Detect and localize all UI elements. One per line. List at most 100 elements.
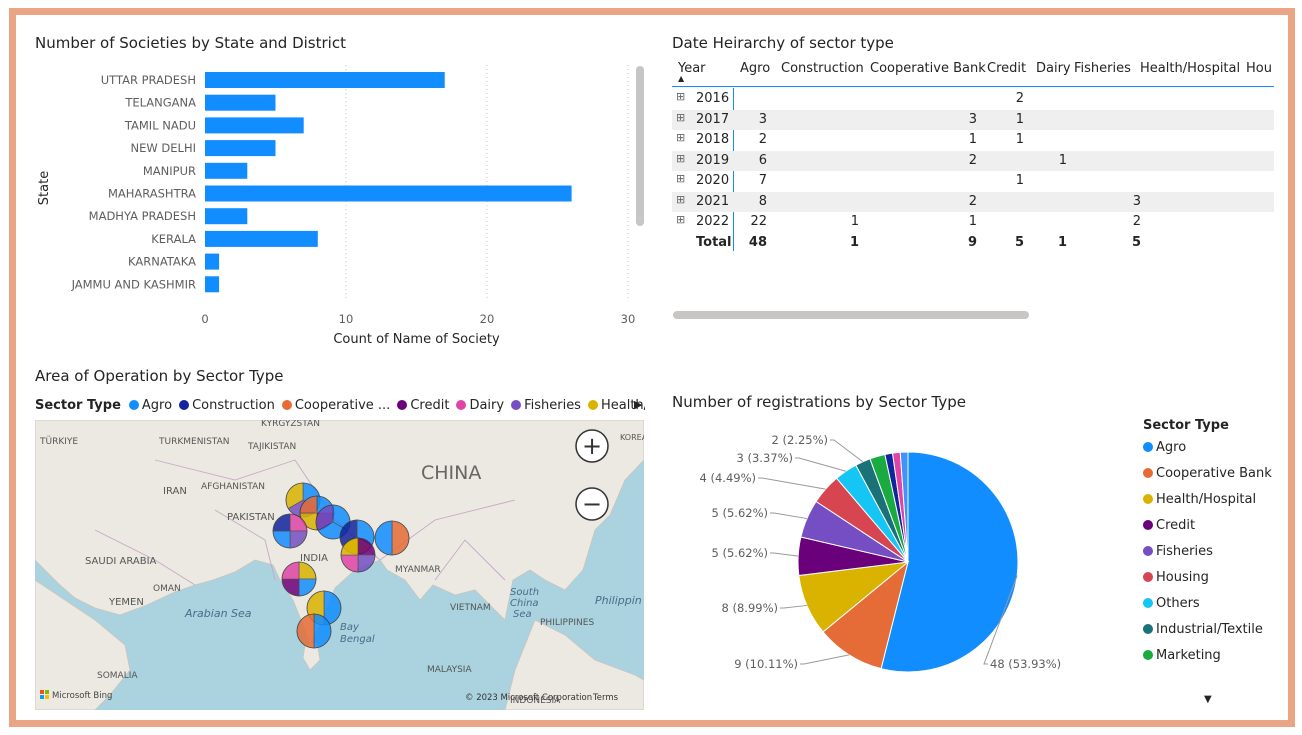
bar-tamil-nadu[interactable] [205, 117, 304, 134]
plus-icon: + [582, 432, 602, 460]
pie-data-label: 5 (5.62%) [712, 506, 768, 520]
row-header-year[interactable]: 2016 [696, 91, 729, 106]
map-label-vietnam: VIETNAM [450, 603, 491, 613]
expand-icon[interactable]: ⊞ [676, 213, 685, 226]
bar-chart-scrollbar[interactable] [636, 66, 644, 226]
map-label-yemen: YEMEN [108, 597, 144, 608]
pie-legend-item-industrial-textile[interactable]: Industrial/Textile [1143, 622, 1263, 637]
map-pie-bubble[interactable] [281, 561, 317, 597]
map-visual[interactable]: TÜRKIYE TURKMENISTAN KYRGYZSTAN TAJIKISTAN A… [35, 420, 644, 710]
map-legend-item-agro[interactable]: Agro [128, 398, 172, 413]
total-cell: 5 [1131, 234, 1141, 250]
matrix-cell: 1 [1015, 173, 1024, 188]
column-header-credit[interactable]: Credit [987, 61, 1026, 85]
map-legend: Sector Type Agro Construction Cooperative .… [35, 398, 645, 418]
column-header-dairy[interactable]: Dairy [1036, 61, 1071, 85]
map-label-iran: IRAN [163, 486, 187, 497]
map-pie-bubble[interactable] [374, 520, 410, 556]
map-label-bay: Bay [340, 622, 360, 633]
map-legend-item-dairy[interactable]: Dairy [456, 398, 504, 413]
map-label-somalia: SOMALIA [97, 671, 138, 681]
bar-new-delhi[interactable] [205, 140, 276, 157]
matrix-horizontal-scrollbar[interactable] [673, 311, 1029, 319]
column-header-agro[interactable]: Agro [740, 61, 770, 85]
logo-square [45, 690, 49, 694]
bar-jammu-and-kashmir[interactable] [205, 276, 220, 293]
column-header-fisheries[interactable]: Fisheries [1074, 61, 1131, 85]
pie-data-label: 2 (2.25%) [772, 433, 828, 447]
expand-icon[interactable]: ⊞ [676, 152, 685, 165]
bar-uttar-pradesh[interactable] [205, 72, 445, 88]
map-terms-link[interactable]: Terms [592, 693, 619, 703]
pie-legend-item-marketing[interactable]: Marketing [1143, 648, 1221, 663]
total-cell: 48 [748, 234, 767, 250]
pie-data-label: 9 (10.11%) [734, 657, 798, 671]
pie-legend-item-others[interactable]: Others [1143, 596, 1200, 611]
map-legend-item-fisheries[interactable]: Fisheries [511, 398, 581, 413]
map-legend-item-cooperative[interactable]: Cooperative ... [281, 398, 390, 413]
bar-kerala[interactable] [205, 230, 318, 247]
matrix-cell: 3 [1132, 193, 1141, 209]
matrix-row: ⊞ 2018 2 1 1 [672, 130, 1274, 150]
y-tick-label: NEW DELHI [131, 141, 196, 155]
x-tick-label: 0 [201, 312, 208, 326]
map-copyright: © 2023 Microsoft Corporation [465, 693, 592, 703]
bar-manipur[interactable] [205, 162, 248, 179]
legend-marker-icon [1143, 598, 1153, 608]
map-pie-bubble[interactable] [296, 613, 332, 649]
map-label-afghanistan: AFGHANISTAN [201, 482, 265, 492]
row-header-year[interactable]: 2022 [696, 214, 729, 229]
total-cell: 9 [967, 234, 977, 250]
pie-legend-item-cooperative-bank[interactable]: Cooperative Bank [1143, 466, 1272, 481]
legend-scroll-down-icon[interactable]: ▼ [1204, 694, 1212, 705]
pie-legend-item-fisheries[interactable]: Fisheries [1143, 544, 1213, 559]
map-pie-bubble[interactable] [272, 513, 308, 549]
map-legend-item-credit[interactable]: Credit [397, 398, 449, 413]
pie-legend-item-housing[interactable]: Housing [1143, 570, 1209, 585]
row-header-year[interactable]: 2020 [696, 173, 729, 188]
legend-next-arrow-icon[interactable]: ▶ [634, 398, 642, 411]
bar-madhya-pradesh[interactable] [205, 208, 248, 225]
column-header-hou[interactable]: Hou [1246, 61, 1272, 85]
bar-maharashtra[interactable] [205, 185, 572, 202]
map-pie-bubble[interactable] [340, 537, 376, 573]
column-header-health-hospital[interactable]: Health/Hospital [1140, 61, 1240, 85]
sector-year-matrix[interactable]: Year ▲ Agro Construction Cooperative Bank Cre… [672, 58, 1274, 258]
row-header-year[interactable]: 2021 [696, 194, 729, 209]
bar-karnataka[interactable] [205, 253, 220, 270]
zoom-out-button[interactable]: − [575, 487, 609, 521]
total-label: Total [696, 234, 732, 250]
pie-legend-item-agro[interactable]: Agro [1143, 440, 1186, 455]
matrix-cell: 3 [968, 111, 977, 127]
logo-square [40, 695, 44, 699]
bar-telangana[interactable] [205, 94, 276, 111]
bar-chart[interactable]: UTTAR PRADESH TELANGANA TAMIL NADU NEW DELH… [30, 60, 650, 350]
total-cell: 5 [1014, 234, 1024, 250]
pie-legend-item-credit[interactable]: Credit [1143, 518, 1195, 533]
pie-data-label: 5 (5.62%) [712, 546, 768, 560]
column-header-construction[interactable]: Construction [781, 61, 864, 85]
row-header-year[interactable]: 2018 [696, 132, 729, 147]
pie-legend-item-health-hospital[interactable]: Health/Hospital [1143, 492, 1256, 507]
column-header-cooperative-bank[interactable]: Cooperative Bank [870, 61, 986, 85]
zoom-in-button[interactable]: + [575, 429, 609, 463]
row-header-year[interactable]: 2019 [696, 153, 729, 168]
map-legend-item-construction[interactable]: Construction [179, 398, 275, 413]
expand-icon[interactable]: ⊞ [676, 131, 685, 144]
map-label-sea: Sea [513, 609, 532, 620]
pie-chart[interactable]: 48 (53.93%) 9 (10.11%) 8 (8.99%) 5 (5.62%) 5… [700, 425, 1100, 710]
legend-marker-icon [1143, 520, 1153, 530]
row-header-year[interactable]: 2017 [696, 112, 729, 127]
expand-icon[interactable]: ⊞ [676, 90, 685, 103]
matrix-row: ⊞ 2019 6 2 1 [672, 150, 1274, 171]
matrix-title: Date Heirarchy of sector type [672, 34, 894, 52]
map-label-bengal: Bengal [340, 634, 375, 645]
logo-square [40, 690, 44, 694]
total-cell: 1 [1057, 234, 1067, 250]
expand-icon[interactable]: ⊞ [676, 172, 685, 185]
matrix-row: ⊞20218231 [672, 191, 1274, 212]
expand-icon[interactable]: ⊞ [676, 193, 685, 206]
matrix-cell: 2 [1015, 91, 1024, 106]
expand-icon[interactable]: ⊞ [676, 111, 685, 124]
map-label-philippin: Philippin [595, 594, 642, 607]
